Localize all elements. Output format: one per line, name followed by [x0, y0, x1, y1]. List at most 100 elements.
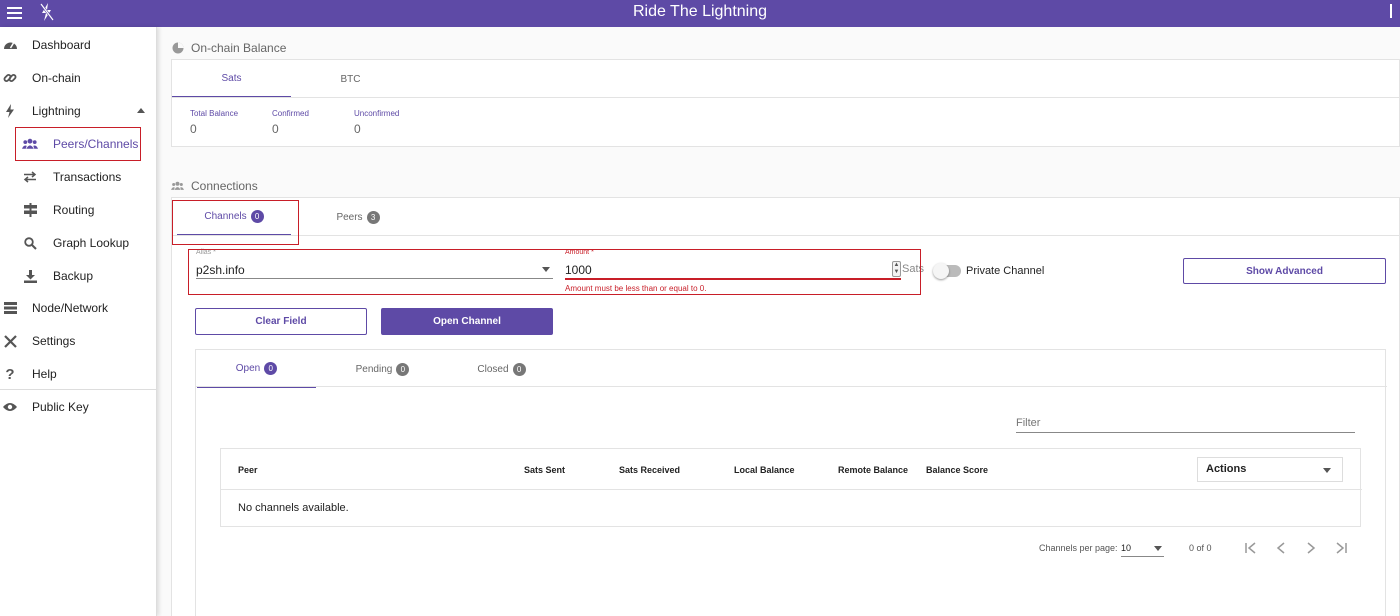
tab-label: Peers: [336, 211, 363, 223]
sidebar-item-on-chain[interactable]: On-chain: [0, 64, 157, 92]
column-header-sats-received[interactable]: Sats Received: [619, 465, 680, 475]
sidebar-item-label: Help: [32, 367, 57, 381]
onchain-card: Sats BTC Total Balance 0 Confirmed 0 Unc…: [171, 59, 1400, 147]
tab-pending[interactable]: Pending 0: [323, 350, 442, 388]
total-balance-value: 0: [190, 122, 197, 136]
open-count-badge: 0: [264, 361, 278, 375]
per-page-value: 10: [1121, 543, 1132, 553]
sidebar-item-label: Graph Lookup: [53, 236, 130, 250]
sidebar-item-public-key[interactable]: Public Key: [0, 393, 157, 421]
chevron-down-icon: [1323, 468, 1331, 473]
eye-icon: [2, 399, 18, 415]
connections-card: Channels 0 Peers 3 Alias * p2sh.info Amo…: [171, 197, 1400, 616]
last-page-icon[interactable]: [1334, 541, 1348, 555]
tab-closed[interactable]: Closed 0: [442, 350, 561, 388]
tab-sats[interactable]: Sats: [172, 60, 291, 98]
tools-icon: [2, 333, 18, 349]
sidebar-item-backup[interactable]: Backup: [0, 262, 157, 290]
channels-table: Peer Sats Sent Sats Received Local Balan…: [220, 448, 1362, 527]
empty-message: No channels available.: [238, 502, 349, 514]
clear-field-button[interactable]: Clear Field: [195, 308, 367, 335]
actions-label: Actions: [1206, 463, 1247, 475]
tab-label: Pending: [355, 363, 393, 375]
amount-error: Amount must be less than or equal to 0.: [565, 284, 707, 293]
sidebar-item-label: Node/Network: [32, 301, 109, 315]
column-header-local-balance[interactable]: Local Balance: [734, 465, 795, 475]
user-icon[interactable]: [1390, 4, 1398, 18]
actions-select[interactable]: Actions: [1197, 457, 1343, 482]
sidebar: Dashboard On-chain Lightning Peers/Chann…: [0, 27, 157, 616]
per-page-select[interactable]: 10: [1121, 539, 1164, 557]
section-title: On-chain Balance: [191, 41, 287, 55]
alias-underline: [196, 278, 553, 279]
table-divider: [221, 489, 1362, 490]
sidebar-item-graph-lookup[interactable]: Graph Lookup: [0, 229, 157, 257]
chevron-down-icon[interactable]: [542, 267, 550, 272]
onchain-heading: On-chain Balance: [171, 41, 286, 55]
filter-input[interactable]: [1016, 413, 1355, 433]
pager-range: 0 of 0: [1189, 543, 1212, 553]
sidebar-item-lightning[interactable]: Lightning: [0, 97, 157, 125]
sidebar-item-node-network[interactable]: Node/Network: [0, 294, 157, 322]
users-icon: [171, 180, 184, 193]
section-title: Connections: [191, 179, 258, 193]
unconfirmed-value: 0: [354, 122, 361, 136]
app-title: Ride The Lightning: [632, 3, 768, 20]
tab-label: Sats: [221, 72, 242, 84]
tab-divider: [196, 386, 1387, 387]
sidebar-item-label: Settings: [32, 334, 76, 348]
toggle-knob: [933, 263, 949, 279]
show-advanced-button[interactable]: Show Advanced: [1183, 258, 1386, 284]
sidebar-item-transactions[interactable]: Transactions: [0, 163, 157, 191]
next-page-icon[interactable]: [1304, 541, 1318, 555]
prev-page-icon[interactable]: [1274, 541, 1288, 555]
amount-underline: [565, 278, 901, 280]
tab-channels[interactable]: Channels 0: [177, 198, 291, 236]
column-header-balance-score[interactable]: Balance Score: [926, 465, 988, 475]
column-header-remote-balance[interactable]: Remote Balance: [838, 465, 908, 475]
sidebar-item-label: Backup: [53, 269, 94, 283]
channels-count-badge: 0: [250, 209, 264, 223]
sidebar-item-label: Dashboard: [32, 38, 91, 52]
link-icon: [2, 70, 18, 86]
tab-label: BTC: [340, 73, 361, 85]
private-channel-toggle[interactable]: [933, 263, 961, 279]
sidebar-item-help[interactable]: ? Help: [0, 360, 157, 388]
users-icon: [22, 136, 38, 152]
tab-label: Channels: [204, 210, 247, 222]
tab-label: Open: [235, 362, 261, 374]
sidebar-item-settings[interactable]: Settings: [0, 327, 157, 355]
sidebar-item-dashboard[interactable]: Dashboard: [0, 31, 157, 59]
tab-open[interactable]: Open 0: [197, 350, 316, 388]
sidebar-item-label: Routing: [53, 203, 95, 217]
pending-count-badge: 0: [396, 362, 410, 376]
gauge-icon: [2, 37, 18, 53]
amount-label: Amount *: [565, 249, 594, 256]
chevron-down-icon: [1154, 546, 1162, 551]
tab-btc[interactable]: BTC: [291, 60, 410, 98]
amount-input[interactable]: 1000: [565, 263, 592, 277]
tab-divider: [172, 97, 1400, 98]
unconfirmed-label: Unconfirmed: [354, 109, 400, 118]
sidebar-item-label: Public Key: [32, 400, 89, 414]
open-channel-button[interactable]: Open Channel: [381, 308, 553, 335]
download-icon: [22, 268, 38, 284]
amount-stepper[interactable]: ▲ ▼: [892, 261, 901, 277]
private-channel-label: Private Channel: [966, 265, 1045, 277]
sidebar-item-label: On-chain: [32, 71, 81, 85]
alias-select[interactable]: p2sh.info: [196, 263, 245, 277]
sidebar-item-routing[interactable]: Routing: [0, 196, 157, 224]
alias-label: Alias *: [196, 249, 216, 256]
sidebar-item-peers-channels[interactable]: Peers/Channels: [0, 130, 157, 158]
sidebar-item-label: Transactions: [53, 170, 122, 184]
tab-peers[interactable]: Peers 3: [301, 198, 415, 236]
first-page-icon[interactable]: [1244, 541, 1258, 555]
tab-divider: [172, 235, 1400, 236]
column-header-sats-sent[interactable]: Sats Sent: [524, 465, 565, 475]
top-bar: Ride The Lightning: [0, 0, 1400, 27]
confirmed-label: Confirmed: [272, 109, 309, 118]
peers-count-badge: 3: [366, 210, 380, 224]
column-header-peer[interactable]: Peer: [238, 465, 258, 475]
confirmed-value: 0: [272, 122, 279, 136]
exchange-icon: [22, 169, 38, 185]
